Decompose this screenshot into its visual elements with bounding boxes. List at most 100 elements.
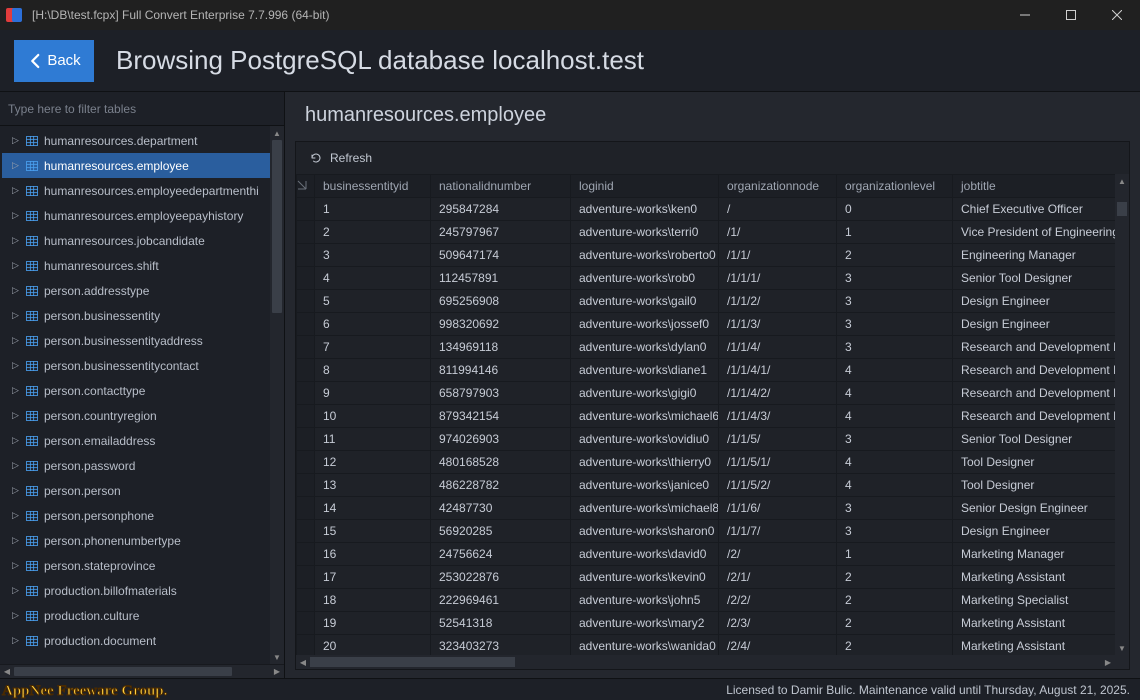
cell[interactable]: 8 [315, 359, 431, 382]
sidebar-item-person-businessentitycontact[interactable]: ▷person.businessentitycontact [2, 353, 270, 378]
expand-icon[interactable]: ▷ [12, 160, 22, 171]
expand-icon[interactable]: ▷ [12, 135, 22, 146]
cell[interactable]: 245797967 [431, 221, 571, 244]
maximize-button[interactable] [1048, 0, 1094, 30]
expand-icon[interactable]: ▷ [12, 285, 22, 296]
cell[interactable]: 2 [837, 612, 953, 635]
cell[interactable]: adventure-works\kevin0 [571, 566, 719, 589]
cell[interactable]: /2/2/ [719, 589, 837, 612]
expand-icon[interactable]: ▷ [12, 485, 22, 496]
cell[interactable]: Senior Design Engineer [953, 497, 1129, 520]
cell[interactable]: 19 [315, 612, 431, 635]
sidebar-item-humanresources-department[interactable]: ▷humanresources.department [2, 128, 270, 153]
sidebar-item-person-countryregion[interactable]: ▷person.countryregion [2, 403, 270, 428]
cell[interactable]: 3 [837, 336, 953, 359]
table-row[interactable]: 12480168528adventure-works\thierry0/1/1/… [297, 451, 1129, 474]
cell[interactable]: adventure-works\janice0 [571, 474, 719, 497]
cell[interactable]: Marketing Specialist [953, 589, 1129, 612]
cell[interactable]: 13 [315, 474, 431, 497]
cell[interactable]: Senior Tool Designer [953, 428, 1129, 451]
cell[interactable]: adventure-works\roberto0 [571, 244, 719, 267]
cell[interactable]: adventure-works\john5 [571, 589, 719, 612]
table-row[interactable]: 1295847284adventure-works\ken0/0Chief Ex… [297, 198, 1129, 221]
cell[interactable]: 0 [837, 198, 953, 221]
cell[interactable]: /1/1/5/2/ [719, 474, 837, 497]
cell[interactable]: 658797903 [431, 382, 571, 405]
cell[interactable]: /1/1/7/ [719, 520, 837, 543]
cell[interactable]: 112457891 [431, 267, 571, 290]
cell[interactable]: /1/1/4/3/ [719, 405, 837, 428]
row-header[interactable] [297, 267, 315, 290]
row-header[interactable] [297, 405, 315, 428]
row-header[interactable] [297, 359, 315, 382]
table-row[interactable]: 17253022876adventure-works\kevin0/2/1/2M… [297, 566, 1129, 589]
column-header-organizationnode[interactable]: organizationnode [719, 175, 837, 198]
scroll-left-icon[interactable]: ◀ [296, 655, 310, 669]
table-tree[interactable]: ▷humanresources.department ▷humanresource… [0, 126, 270, 664]
cell[interactable]: 295847284 [431, 198, 571, 221]
cell[interactable]: adventure-works\thierry0 [571, 451, 719, 474]
cell[interactable]: 42487730 [431, 497, 571, 520]
table-row[interactable]: 8811994146adventure-works\diane1/1/1/4/1… [297, 359, 1129, 382]
cell[interactable]: 16 [315, 543, 431, 566]
table-row[interactable]: 11974026903adventure-works\ovidiu0/1/1/5… [297, 428, 1129, 451]
cell[interactable]: 3 [837, 520, 953, 543]
cell[interactable]: 10 [315, 405, 431, 428]
cell[interactable]: 12 [315, 451, 431, 474]
column-header-businessentityid[interactable]: businessentityid [315, 175, 431, 198]
cell[interactable]: 3 [837, 290, 953, 313]
expand-icon[interactable]: ▷ [12, 210, 22, 221]
expand-icon[interactable]: ▷ [12, 535, 22, 546]
expand-icon[interactable]: ▷ [12, 435, 22, 446]
cell[interactable]: 222969461 [431, 589, 571, 612]
table-row[interactable]: 1952541318adventure-works\mary2/2/3/2Mar… [297, 612, 1129, 635]
row-header[interactable] [297, 520, 315, 543]
expand-icon[interactable]: ▷ [12, 385, 22, 396]
cell[interactable]: 14 [315, 497, 431, 520]
cell[interactable]: /1/1/4/1/ [719, 359, 837, 382]
cell[interactable]: 52541318 [431, 612, 571, 635]
cell[interactable]: 134969118 [431, 336, 571, 359]
cell[interactable]: 4 [837, 382, 953, 405]
column-header-organizationlevel[interactable]: organizationlevel [837, 175, 953, 198]
cell[interactable]: /1/1/6/ [719, 497, 837, 520]
sidebar-item-person-person[interactable]: ▷person.person [2, 478, 270, 503]
row-header[interactable] [297, 612, 315, 635]
cell[interactable]: Chief Executive Officer [953, 198, 1129, 221]
expand-icon[interactable]: ▷ [12, 235, 22, 246]
table-row[interactable]: 1624756624adventure-works\david0/2/1Mark… [297, 543, 1129, 566]
cell[interactable]: adventure-works\dylan0 [571, 336, 719, 359]
table-row[interactable]: 2245797967adventure-works\terri0/1/1Vice… [297, 221, 1129, 244]
cell[interactable]: 3 [837, 313, 953, 336]
cell[interactable]: / [719, 198, 837, 221]
sidebar-item-humanresources-jobcandidate[interactable]: ▷humanresources.jobcandidate [2, 228, 270, 253]
cell[interactable]: Marketing Assistant [953, 566, 1129, 589]
scroll-down-icon[interactable]: ▼ [270, 650, 284, 664]
cell[interactable]: /2/ [719, 543, 837, 566]
table-row[interactable]: 6998320692adventure-works\jossef0/1/1/3/… [297, 313, 1129, 336]
minimize-button[interactable] [1002, 0, 1048, 30]
cell[interactable]: /2/1/ [719, 566, 837, 589]
scroll-up-icon[interactable]: ▲ [1115, 174, 1129, 188]
cell[interactable]: 2 [315, 221, 431, 244]
sidebar-item-humanresources-employeepayhistory[interactable]: ▷humanresources.employeepayhistory [2, 203, 270, 228]
cell[interactable]: Research and Development Er [953, 382, 1129, 405]
cell[interactable]: Marketing Assistant [953, 612, 1129, 635]
row-header[interactable] [297, 244, 315, 267]
cell[interactable]: Tool Designer [953, 474, 1129, 497]
sidebar-item-person-password[interactable]: ▷person.password [2, 453, 270, 478]
row-header[interactable] [297, 290, 315, 313]
cell[interactable]: adventure-works\diane1 [571, 359, 719, 382]
table-row[interactable]: 3509647174adventure-works\roberto0/1/1/2… [297, 244, 1129, 267]
scroll-left-icon[interactable]: ◀ [0, 665, 14, 678]
expand-icon[interactable]: ▷ [12, 335, 22, 346]
cell[interactable]: adventure-works\gigi0 [571, 382, 719, 405]
cell[interactable]: 9 [315, 382, 431, 405]
cell[interactable]: adventure-works\michael6 [571, 405, 719, 428]
cell[interactable]: adventure-works\terri0 [571, 221, 719, 244]
sidebar-item-humanresources-employeedepartmenthi[interactable]: ▷humanresources.employeedepartmenthi [2, 178, 270, 203]
cell[interactable]: 4 [837, 405, 953, 428]
cell[interactable]: 4 [837, 451, 953, 474]
cell[interactable]: /1/ [719, 221, 837, 244]
sidebar-item-person-emailaddress[interactable]: ▷person.emailaddress [2, 428, 270, 453]
